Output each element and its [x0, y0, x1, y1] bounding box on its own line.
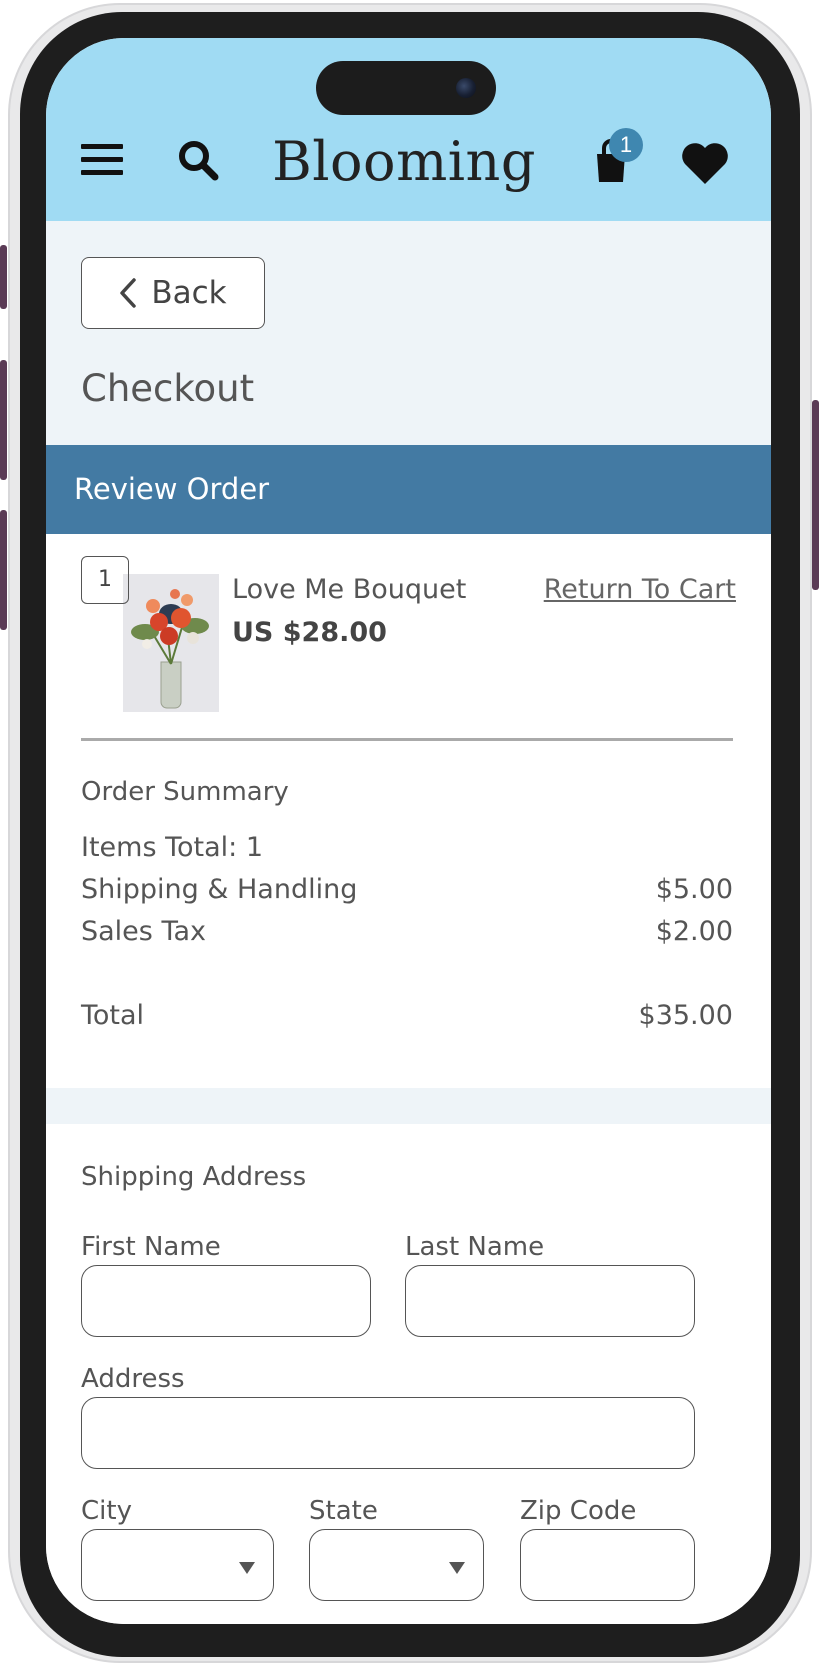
return-to-cart-link[interactable]: Return To Cart: [544, 574, 736, 605]
shipping-address-title: Shipping Address: [81, 1162, 307, 1192]
brand-logo[interactable]: Blooming: [264, 130, 544, 193]
address-input[interactable]: [81, 1397, 695, 1469]
cart-count-badge: 1: [609, 128, 643, 162]
state-label: State: [309, 1496, 378, 1526]
search-icon[interactable]: [176, 138, 220, 182]
heart-icon[interactable]: [680, 140, 730, 186]
bouquet-image: [123, 574, 219, 712]
items-total-row: Items Total: 1: [81, 832, 733, 863]
checkout-top-area: Back Checkout: [46, 221, 771, 445]
total-row: Total $35.00: [81, 1000, 733, 1031]
volume-down-button: [0, 510, 7, 630]
app-header: Blooming 1: [46, 38, 771, 221]
dynamic-island: [316, 61, 496, 115]
total-label: Total: [81, 1000, 145, 1031]
camera-icon: [456, 78, 476, 98]
back-button[interactable]: Back: [81, 257, 265, 329]
volume-up-button: [0, 360, 7, 480]
menu-icon[interactable]: [81, 144, 123, 178]
screen: Blooming 1 Back Checkout Review Order 1 …: [46, 38, 771, 1624]
order-item: 1 Love Me Bouquet US $28.00 Return To Ca…: [46, 534, 771, 744]
chevron-left-icon: [120, 278, 137, 308]
section-separator: [46, 1088, 771, 1124]
back-button-label: Back: [151, 275, 227, 311]
tax-value: $2.00: [655, 916, 733, 947]
product-image: [123, 574, 219, 712]
last-name-input[interactable]: [405, 1265, 695, 1337]
items-total-label: Items Total: 1: [81, 832, 264, 863]
review-order-header: Review Order: [46, 445, 771, 534]
last-name-label: Last Name: [405, 1232, 545, 1262]
action-button: [0, 245, 7, 309]
first-name-input[interactable]: [81, 1265, 371, 1337]
tax-row: Sales Tax $2.00: [81, 916, 733, 947]
order-summary: Order Summary Items Total: 1 Shipping & …: [46, 744, 771, 1088]
dropdown-arrow-icon: [449, 1562, 465, 1574]
power-button: [812, 400, 819, 590]
address-label: Address: [81, 1364, 185, 1394]
city-label: City: [81, 1496, 132, 1526]
shipping-row: Shipping & Handling $5.00: [81, 874, 733, 905]
first-name-label: First Name: [81, 1232, 221, 1262]
zip-code-input[interactable]: [520, 1529, 695, 1601]
state-select[interactable]: [309, 1529, 484, 1601]
phone-frame: Blooming 1 Back Checkout Review Order 1 …: [20, 12, 800, 1657]
city-select[interactable]: [81, 1529, 274, 1601]
order-summary-title: Order Summary: [81, 777, 289, 807]
shipping-value: $5.00: [655, 874, 733, 905]
shipping-address-form: Shipping Address First Name Last Name Ad…: [46, 1124, 771, 1624]
product-name: Love Me Bouquet: [232, 574, 467, 605]
zip-code-label: Zip Code: [520, 1496, 637, 1526]
divider: [81, 738, 733, 741]
total-value: $35.00: [638, 1000, 733, 1031]
dropdown-arrow-icon: [239, 1562, 255, 1574]
tax-label: Sales Tax: [81, 916, 206, 947]
product-price: US $28.00: [232, 617, 387, 648]
shipping-label: Shipping & Handling: [81, 874, 358, 905]
page-title: Checkout: [81, 367, 255, 410]
quantity-badge: 1: [81, 556, 129, 604]
